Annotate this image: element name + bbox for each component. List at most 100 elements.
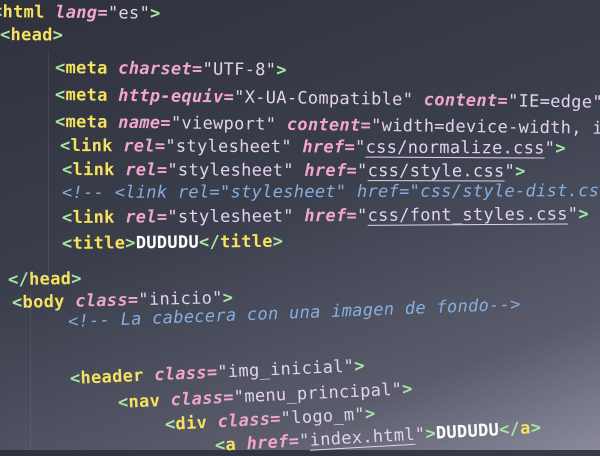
token-tag-name: html (2, 2, 45, 23)
token-link-path: css/normalize.css (365, 137, 545, 159)
token-attribute-value: " (504, 161, 516, 182)
token-link-path: index.html (309, 424, 416, 451)
token-attribute-name: href (302, 137, 345, 158)
token-tag-name: head (10, 25, 53, 46)
token-bracket: > (353, 356, 366, 377)
token-attribute-name: lang (55, 2, 98, 24)
token-attribute-name: rel (125, 160, 157, 181)
token-bracket: > (555, 138, 566, 159)
token-attribute-name: rel (125, 207, 157, 228)
token-tag-name: meta (65, 85, 108, 106)
token-equals-sign: = (497, 91, 509, 112)
token-bracket: < (61, 160, 73, 181)
code-line[interactable]: <head> (0, 25, 63, 46)
token-bracket: < (61, 207, 73, 228)
token-attribute-value: "stylesheet" (167, 206, 294, 228)
token-attribute-value: "viewport" (170, 113, 277, 135)
token-bracket: > (149, 3, 161, 24)
token-tag-name: title (72, 233, 126, 254)
token-equals-sign: = (97, 3, 109, 24)
token-tag-name: meta (65, 58, 108, 79)
code-line[interactable]: <title>DUDUDU</title> (62, 232, 284, 254)
token-comment: <!-- <link rel="stylesheet" href="css/st… (61, 181, 600, 203)
token-attribute-name: href (246, 431, 290, 455)
token-bracket: < (59, 136, 71, 157)
code-line[interactable]: <meta name="viewport" content="width=dev… (55, 112, 600, 139)
token-equals-sign: = (344, 137, 356, 158)
token-link-path: css/font_styles.css (367, 204, 568, 226)
code-line[interactable]: </head> (8, 269, 82, 290)
token-attribute-value: "IE=edge" (507, 91, 600, 113)
token-tag-name: meta (65, 112, 108, 133)
token-attribute-value: "menu_principal" (233, 379, 403, 408)
token-attribute-value: "width=device-width, i (370, 115, 600, 139)
token-attribute-value: " (567, 204, 579, 225)
code-line[interactable]: <meta http-equiv="X-UA-Compatible" conte… (55, 85, 600, 113)
code-line[interactable]: <link rel="stylesheet" href="css/font_st… (62, 204, 589, 228)
token-attribute-name: class (170, 388, 224, 411)
token-attribute-name: content (423, 90, 498, 112)
token-tag-name: header (80, 365, 145, 389)
indent-guide (48, 50, 49, 290)
token-tag-name: div (175, 412, 208, 435)
token-tag-name: nav (128, 391, 161, 413)
token-attribute-value: "X-UA-Compatible" (233, 87, 414, 111)
token-tag-name: body (22, 291, 65, 313)
token-bracket: > (276, 60, 287, 81)
token-bracket: < (54, 112, 66, 133)
token-tag-name: head (28, 269, 72, 290)
token-attribute-value: " (357, 161, 368, 182)
token-bracket: < (54, 85, 66, 106)
indent-guide (30, 290, 31, 450)
token-bracket: > (272, 231, 284, 252)
token-bracket: > (125, 233, 136, 254)
token-bracket: </ (7, 269, 30, 290)
token-bracket: < (0, 25, 11, 46)
code-editor[interactable]: <html lang="es"> <head> <meta charset="UTF… (0, 0, 600, 456)
token-attribute-name: class (153, 363, 208, 386)
token-attribute-value: "stylesheet" (165, 136, 292, 158)
code-line[interactable]: <html lang="es"> (0, 2, 161, 24)
token-text-content: DUDUDU (135, 232, 200, 254)
token-bracket: > (364, 403, 377, 425)
token-tag-name: link (72, 207, 115, 228)
token-bracket: < (54, 58, 66, 79)
token-attribute-name: rel (123, 136, 155, 157)
code-line[interactable]: <!-- <link rel="stylesheet" href="css/st… (62, 181, 600, 203)
token-equals-sign: = (156, 160, 168, 181)
token-bracket: > (530, 417, 542, 439)
code-line[interactable]: <meta charset="UTF-8"> (55, 58, 287, 80)
token-tag-name: link (70, 136, 113, 157)
token-attribute-value: " (354, 137, 366, 158)
token-equals-sign: = (360, 115, 372, 136)
token-bracket: </ (498, 418, 521, 441)
token-bracket: > (71, 268, 82, 290)
token-attribute-value: " (356, 205, 368, 226)
code-line[interactable]: <link rel="stylesheet" href="css/normali… (60, 136, 566, 159)
token-attribute-name: class (217, 409, 271, 433)
token-equals-sign: = (156, 207, 168, 228)
token-attribute-value: "logo_m" (280, 404, 366, 429)
token-attribute-name: name (118, 112, 161, 134)
token-equals-sign: = (154, 136, 166, 157)
token-attribute-name: href (304, 160, 347, 181)
token-attribute-value: " (544, 138, 556, 159)
token-attribute-name: charset (118, 58, 193, 80)
code-line[interactable]: <link rel="stylesheet" href="css/style.c… (62, 160, 526, 182)
token-tag-name: title (219, 231, 273, 253)
token-equals-sign: = (223, 87, 235, 108)
token-bracket: > (515, 161, 526, 182)
token-equals-sign: = (346, 205, 358, 227)
token-tag-name: link (72, 160, 115, 181)
